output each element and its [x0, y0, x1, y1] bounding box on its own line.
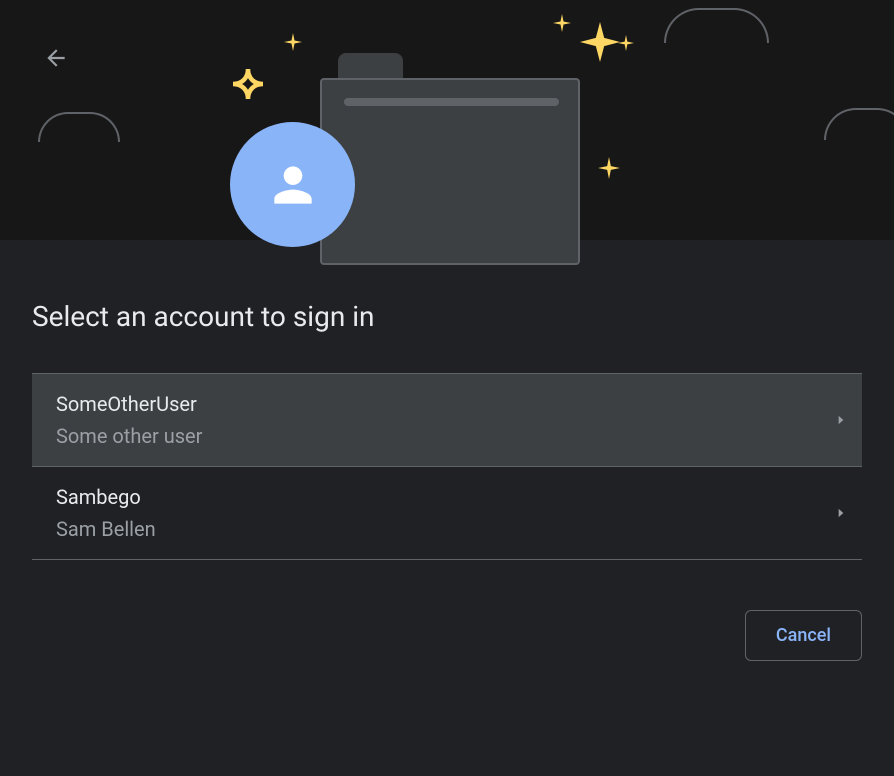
- cloud-icon: [38, 112, 120, 142]
- folder-icon: [320, 53, 580, 265]
- back-button[interactable]: [40, 42, 72, 74]
- account-item[interactable]: Sambego Sam Bellen: [32, 467, 862, 560]
- hero-illustration: [0, 0, 894, 240]
- account-username: Sambego: [56, 485, 156, 509]
- account-item[interactable]: SomeOtherUser Some other user: [32, 374, 862, 467]
- account-display-name: Sam Bellen: [56, 517, 156, 541]
- chevron-right-icon: [834, 506, 848, 520]
- sparkle-icon: [618, 35, 634, 51]
- cancel-button[interactable]: Cancel: [745, 610, 862, 661]
- sparkle-icon: [284, 33, 302, 51]
- sparkle-icon: [553, 14, 571, 32]
- cloud-icon: [824, 108, 894, 140]
- sparkle-icon: [598, 157, 620, 179]
- account-display-name: Some other user: [56, 424, 202, 448]
- avatar: [230, 122, 355, 247]
- person-icon: [265, 157, 321, 213]
- sparkle-icon: [230, 66, 266, 102]
- account-list: SomeOtherUser Some other user Sambego Sa…: [32, 373, 862, 560]
- page-title: Select an account to sign in: [32, 300, 862, 333]
- chevron-right-icon: [834, 413, 848, 427]
- cloud-icon: [664, 8, 769, 43]
- back-arrow-icon: [43, 45, 69, 71]
- account-username: SomeOtherUser: [56, 392, 202, 416]
- sparkle-icon: [580, 22, 620, 62]
